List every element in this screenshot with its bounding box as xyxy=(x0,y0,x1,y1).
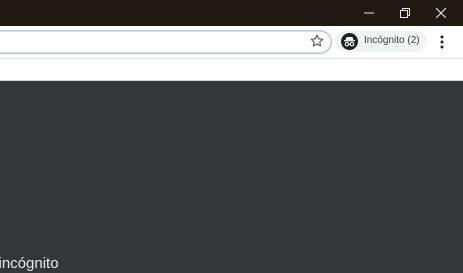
incognito-page-content xyxy=(0,81,463,267)
star-icon xyxy=(310,34,324,47)
browser-menu-button[interactable] xyxy=(434,32,450,52)
window-titlebar xyxy=(0,0,463,26)
address-bar[interactable] xyxy=(0,30,332,54)
incognito-label: Incógnito (2) xyxy=(364,35,420,46)
bookmark-star-button[interactable] xyxy=(309,33,325,49)
restore-button[interactable] xyxy=(386,0,423,26)
incognito-profile-button[interactable]: Incógnito (2) xyxy=(335,31,427,52)
page-headline: o incógnito xyxy=(0,255,59,272)
bookmarks-bar xyxy=(0,59,463,80)
close-icon xyxy=(435,8,446,18)
minimize-button[interactable] xyxy=(350,0,387,26)
incognito-icon xyxy=(341,33,358,50)
minimize-icon xyxy=(363,12,374,14)
close-button[interactable] xyxy=(422,0,459,26)
restore-icon xyxy=(399,8,410,18)
kebab-menu-icon xyxy=(440,35,444,49)
